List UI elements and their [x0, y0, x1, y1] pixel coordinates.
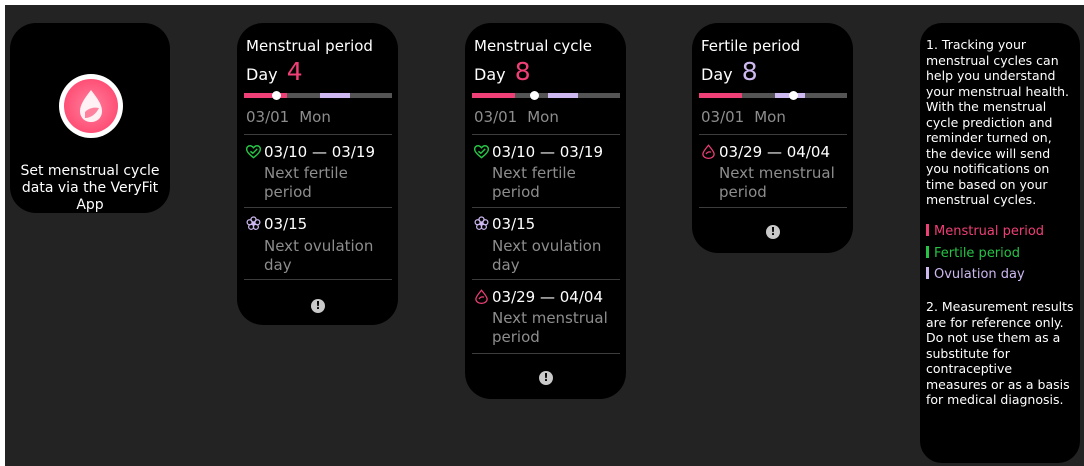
legend-swatch: [926, 224, 929, 236]
current-date: 03/01 Mon: [701, 108, 786, 126]
item-title-text: 03/29 — 04/04: [719, 143, 830, 161]
legend-label: Ovulation day: [934, 267, 1025, 282]
note-disclaimer-text: 2. Measurement results are for reference…: [926, 299, 1074, 407]
info-alert-icon[interactable]: !: [766, 225, 780, 239]
screen-title: Menstrual cycle: [474, 37, 592, 55]
divider: [472, 353, 620, 354]
fertile-period-item-title: 03/10 — 03/19: [245, 143, 375, 163]
day-number: 4: [286, 57, 303, 86]
menstrual-period-screen: Menstrual period Day 4 03/01 Mon 03/10 — …: [237, 23, 398, 325]
item-title-text: 03/15: [264, 215, 308, 233]
current-day-marker: [530, 91, 539, 100]
menstrual-segment: [699, 93, 742, 98]
divider: [244, 279, 392, 280]
current-day-marker: [789, 91, 798, 100]
current-day-marker: [272, 91, 281, 100]
day-counter: Day 8: [474, 57, 531, 86]
current-date: 03/01 Mon: [474, 108, 559, 126]
current-date: 03/01 Mon: [246, 108, 331, 126]
ovulation-item-subtitle: Next ovulation day: [264, 237, 374, 274]
divider: [699, 207, 847, 208]
info-alert-icon[interactable]: !: [311, 299, 325, 313]
day-label: Day: [474, 65, 506, 84]
date-value: 03/01: [701, 108, 745, 126]
day-number: 8: [514, 57, 531, 86]
fertile-period-screen: Fertile period Day 8 03/01 Mon 03/29 — 04…: [692, 23, 853, 253]
weekday-value: Mon: [299, 108, 331, 126]
divider: [472, 207, 620, 208]
legend-menstrual: Menstrual period: [926, 224, 1044, 239]
item-title-text: 03/29 — 04/04: [492, 288, 603, 306]
menstrual-segment: [472, 93, 515, 98]
flower-icon: [246, 216, 264, 235]
legend-ovulation: Ovulation day: [926, 267, 1025, 282]
legend-swatch: [926, 246, 929, 258]
heart-outline-icon: [473, 145, 492, 163]
info-alert-icon[interactable]: !: [539, 371, 553, 385]
date-value: 03/01: [474, 108, 518, 126]
cycle-timeline-bar: [699, 91, 847, 100]
setup-instruction-text: Set menstrual cycle data via the VeryFit…: [20, 163, 160, 213]
day-label: Day: [246, 65, 278, 84]
weekday-value: Mon: [527, 108, 559, 126]
cycle-timeline-bar: [472, 91, 620, 100]
legend-swatch: [926, 267, 929, 279]
day-label: Day: [701, 65, 733, 84]
fertile-period-item-subtitle: Next fertile period: [492, 164, 576, 201]
weekday-value: Mon: [754, 108, 786, 126]
day-counter: Day 8: [701, 57, 758, 86]
ovulation-item-title: 03/15: [246, 215, 307, 235]
menstrual-drop-icon: [701, 144, 719, 163]
menstrual-period-item-subtitle: Next menstrual period: [719, 164, 835, 201]
note-tracking-text: 1. Tracking your menstrual cycles can he…: [926, 37, 1069, 207]
menstrual-app-logo: [59, 74, 123, 138]
menstrual-period-item-subtitle: Next menstrual period: [492, 309, 608, 346]
setup-screen: Set menstrual cycle data via the VeryFit…: [10, 23, 170, 213]
divider: [472, 279, 620, 280]
legend-label: Menstrual period: [934, 224, 1045, 239]
legend-label: Fertile period: [934, 246, 1020, 261]
ovulation-segment: [548, 93, 578, 98]
item-title-text: 03/15: [492, 215, 536, 233]
day-number: 8: [741, 57, 758, 86]
legend-fertile: Fertile period: [926, 246, 1020, 261]
screen-title: Fertile period: [701, 37, 801, 55]
notes-panel: 1. Tracking your menstrual cycles can he…: [920, 23, 1080, 463]
item-title-text: 03/10 — 03/19: [264, 143, 375, 161]
ovulation-segment: [320, 93, 350, 98]
date-value: 03/01: [246, 108, 290, 126]
cycle-timeline-bar: [244, 91, 392, 100]
menstrual-cycle-screen: Menstrual cycle Day 8 03/01 Mon 03/10 — 0…: [465, 23, 626, 399]
screen-title: Menstrual period: [246, 37, 373, 55]
day-counter: Day 4: [246, 57, 303, 86]
ovulation-item-subtitle: Next ovulation day: [492, 237, 602, 274]
divider: [699, 134, 847, 135]
illustration-canvas: Set menstrual cycle data via the VeryFit…: [5, 5, 1084, 466]
flower-icon: [474, 216, 492, 235]
menstrual-period-item-title: 03/29 — 04/04: [474, 288, 603, 308]
divider: [472, 134, 620, 135]
fertile-period-item-title: 03/10 — 03/19: [473, 143, 603, 163]
divider: [244, 207, 392, 208]
item-title-text: 03/10 — 03/19: [492, 143, 603, 161]
heart-outline-icon: [245, 145, 264, 163]
divider: [244, 134, 392, 135]
fertile-period-item-subtitle: Next fertile period: [264, 164, 348, 201]
ovulation-item-title: 03/15: [474, 215, 535, 235]
menstrual-period-item-title: 03/29 — 04/04: [701, 143, 830, 163]
menstrual-drop-icon: [474, 289, 492, 308]
